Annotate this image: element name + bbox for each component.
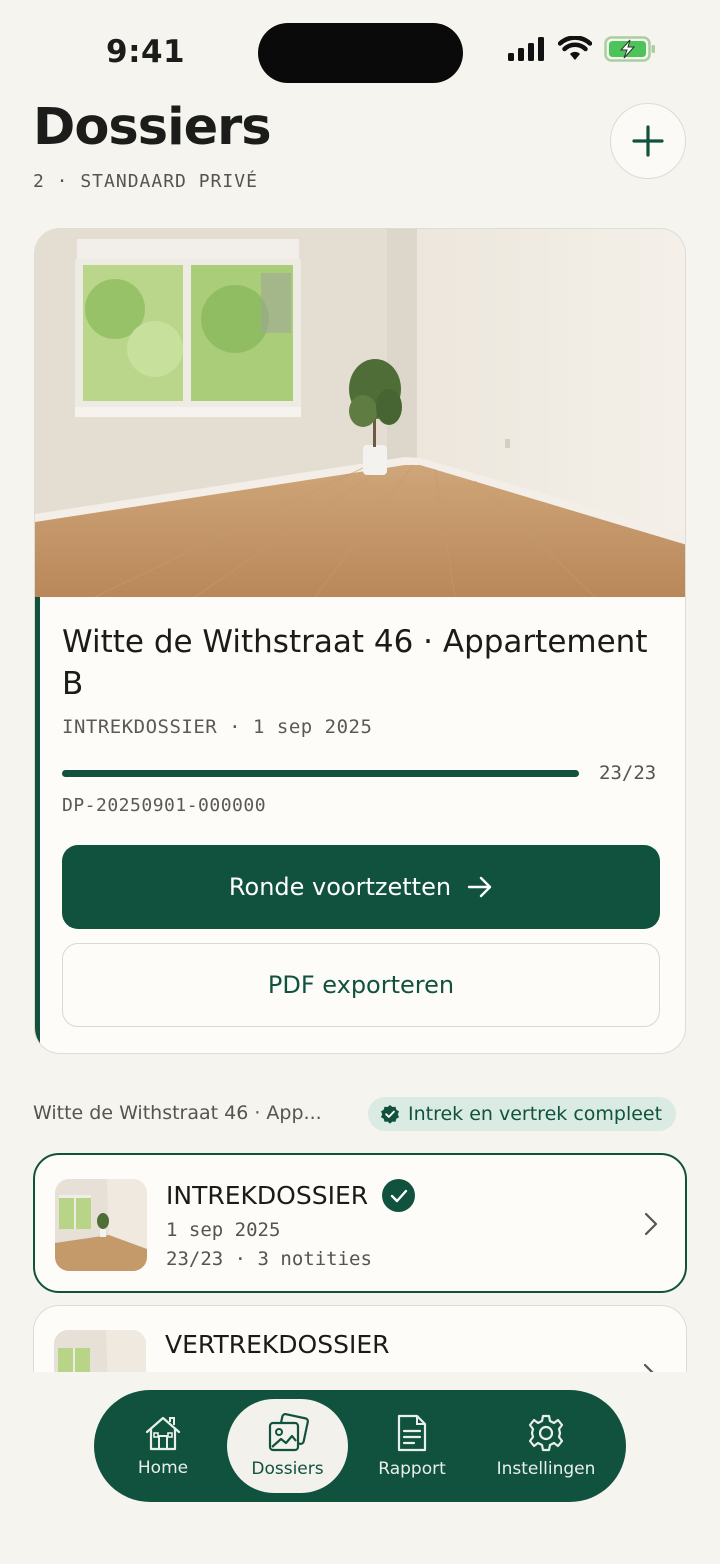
list-item-title-row: INTREKDOSSIER: [166, 1179, 416, 1212]
room-photo: [35, 229, 685, 597]
cellular-signal-icon: [508, 37, 544, 61]
tab-bar: Home Dossiers Rapport Instellingen: [94, 1390, 626, 1502]
photos-icon: [268, 1413, 309, 1452]
progress-bar: [62, 770, 579, 777]
property-group-label: Witte de Withstraat 46 · App...: [33, 1102, 322, 1124]
wifi-icon: [558, 36, 592, 60]
add-dossier-button[interactable]: [610, 103, 686, 179]
status-icons: [508, 36, 656, 62]
list-item-title: VERTREKDOSSIER: [165, 1330, 390, 1359]
page-title: Dossiers: [33, 98, 272, 157]
battery-charging-icon: [604, 36, 655, 62]
status-badge: Intrek en vertrek compleet: [368, 1097, 677, 1131]
status-badge-label: Intrek en vertrek compleet: [408, 1103, 663, 1125]
status-bar: 9:41: [0, 0, 720, 100]
active-dossier-card[interactable]: Witte de Withstraat 46 · Appartement B I…: [34, 228, 686, 1054]
list-item-intrekdossier[interactable]: INTREKDOSSIER 1 sep 2025 23/23 · 3 notit…: [33, 1153, 687, 1293]
list-item-stats: 23/23 · 3 notities: [166, 1248, 372, 1270]
continue-round-label: Ronde voortzetten: [228, 873, 452, 901]
card-accent-bar: [35, 597, 40, 1053]
chevron-right-icon: [644, 1212, 658, 1236]
tab-rapport-label: Rapport: [378, 1459, 446, 1479]
tab-dossiers-label: Dossiers: [251, 1459, 324, 1479]
export-pdf-button[interactable]: PDF exporteren: [62, 943, 660, 1027]
list-item-title: INTREKDOSSIER: [166, 1181, 369, 1210]
gear-icon: [528, 1414, 564, 1452]
tab-dossiers[interactable]: Dossiers: [227, 1390, 348, 1502]
dossier-title: Witte de Withstraat 46 · Appartement B: [62, 624, 648, 702]
list-item-date: 1 sep 2025: [166, 1219, 281, 1241]
dynamic-island: [258, 23, 463, 83]
room-thumbnail: [55, 1179, 147, 1271]
home-icon: [145, 1416, 181, 1451]
arrow-right-icon: [467, 876, 492, 898]
progress-fill: [62, 770, 579, 777]
tab-instellingen[interactable]: Instellingen: [484, 1390, 608, 1502]
verified-check-icon: [381, 1105, 399, 1124]
dossier-reference: DP-20250901-000000: [62, 795, 267, 816]
tab-home[interactable]: Home: [122, 1390, 204, 1502]
tab-rapport[interactable]: Rapport: [364, 1390, 460, 1502]
dossier-meta: INTREKDOSSIER · 1 sep 2025: [62, 716, 373, 738]
tab-instellingen-label: Instellingen: [496, 1459, 596, 1479]
export-pdf-label: PDF exporteren: [267, 971, 455, 999]
plus-icon: [632, 125, 664, 157]
list-item-title-row: VERTREKDOSSIER: [165, 1330, 390, 1359]
progress-count: 23/23: [599, 762, 657, 784]
document-icon: [397, 1414, 427, 1452]
status-time: 9:41: [106, 34, 186, 70]
tab-home-label: Home: [137, 1458, 189, 1478]
completed-check-icon: [382, 1179, 416, 1212]
page-subtitle: 2 · STANDAARD PRIVÉ: [33, 171, 258, 192]
continue-round-button[interactable]: Ronde voortzetten: [62, 845, 660, 929]
